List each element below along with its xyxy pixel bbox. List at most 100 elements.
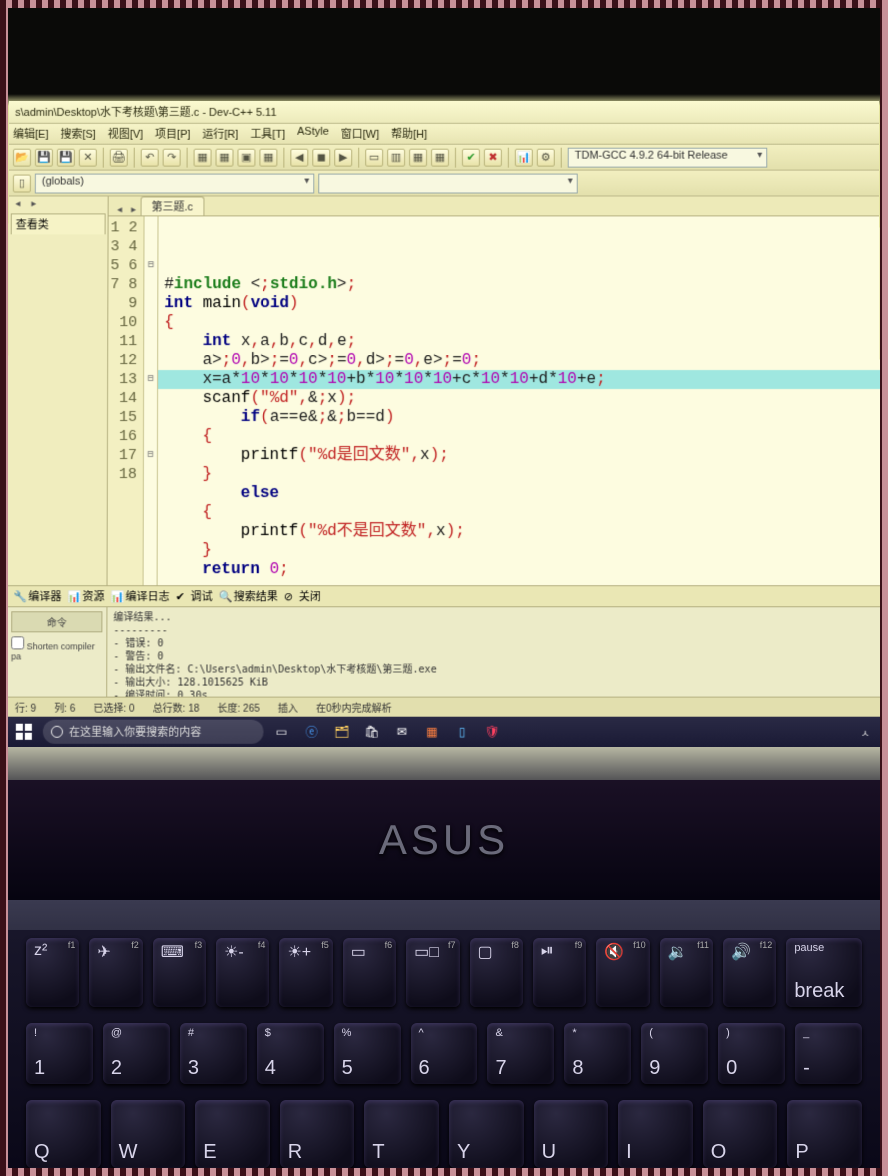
- code-area[interactable]: #include <;stdio.h>; int main(void) { in…: [158, 216, 881, 585]
- tab-compiler[interactable]: 🔧编译器: [13, 588, 61, 604]
- menu-help[interactable]: 帮助[H]: [391, 126, 427, 142]
- tab-compile-log-label: 编译日志: [125, 588, 169, 604]
- tab-compile-log[interactable]: 📊编译日志: [110, 588, 169, 604]
- new-win-icon[interactable]: ▭: [365, 148, 383, 166]
- rebuild-icon[interactable]: ▦: [259, 148, 277, 166]
- close-icon[interactable]: ✕: [79, 148, 97, 166]
- menu-tools[interactable]: 工具[T]: [250, 126, 285, 142]
- tab-search-results[interactable]: 🔍搜索结果: [219, 588, 278, 604]
- taskview-icon[interactable]: ▭: [270, 720, 294, 744]
- taskbar-search[interactable]: 在这里输入你要搜索的内容: [43, 720, 264, 744]
- toolbar-sep: [187, 147, 188, 167]
- menu-edit[interactable]: 编辑[E]: [13, 126, 48, 142]
- toolbar-sep: [283, 147, 284, 167]
- workspace: ◂ ▸ 查看类 ◂ ▸ 第三题.c 1 2 3 4 5 6 7 8 9 10 1…: [7, 196, 880, 585]
- tab-close[interactable]: ⊘关闭: [284, 588, 321, 604]
- gear-icon[interactable]: ⚙: [537, 148, 555, 166]
- status-sel: 已选择: 0: [93, 700, 134, 715]
- title-bar: s\admin\Desktop\水下考核题\第三题.c - Dev-C++ 5.…: [9, 101, 879, 124]
- co-outsize: - 输出大小: 128.1015625 KiB: [113, 678, 268, 689]
- tab-resources[interactable]: 📊资源: [67, 588, 104, 604]
- key: _-: [795, 1023, 862, 1084]
- compiler-select-value: TDM-GCC 4.9.2 64-bit Release: [575, 149, 728, 161]
- compile-panel: 命令 Shorten compiler pa 编译结果... ---------…: [7, 606, 881, 696]
- print-icon[interactable]: 🖨: [110, 148, 128, 166]
- fold-column: ⊟⊟⊟: [144, 216, 159, 585]
- key: f3⌨: [153, 938, 206, 1007]
- status-col: 列: 6: [54, 700, 75, 715]
- tab-debug[interactable]: ✔调试: [176, 588, 213, 604]
- debug-icon[interactable]: ◀: [290, 148, 308, 166]
- key: f6▭: [343, 938, 396, 1007]
- scope-select-value: (globals): [42, 175, 84, 187]
- key: Q: [26, 1100, 101, 1168]
- grid-icon[interactable]: ▦: [431, 148, 449, 166]
- compile-output[interactable]: 编译结果... --------- - 错误: 0 - 警告: 0 - 输出文件…: [107, 607, 881, 696]
- close-tab-icon: ⊘: [284, 590, 296, 602]
- stop-icon[interactable]: ◼: [312, 148, 330, 166]
- tray-icon[interactable]: ㅅ: [853, 720, 877, 744]
- toolbar-sep: [561, 147, 562, 167]
- compiler-select[interactable]: TDM-GCC 4.9.2 64-bit Release: [568, 147, 768, 167]
- window-title: s\admin\Desktop\水下考核题\第三题.c - Dev-C++ 5.…: [15, 107, 276, 119]
- toolbar-2: ▯ (globals): [9, 171, 879, 197]
- menu-search[interactable]: 搜索[S]: [60, 126, 95, 142]
- key: f8▢: [470, 938, 523, 1007]
- tab-prev-icon[interactable]: ◂: [11, 198, 25, 209]
- bookmark-icon[interactable]: ▯: [13, 174, 31, 192]
- menu-project[interactable]: 项目[P]: [155, 126, 190, 142]
- toolbar-sep: [103, 147, 104, 167]
- cmd-button-label: 命令: [47, 618, 67, 629]
- x-icon[interactable]: ✖: [484, 148, 502, 166]
- output-tabs: 🔧编译器 📊资源 📊编译日志 ✔调试 🔍搜索结果 ⊘关闭: [7, 585, 880, 606]
- save-all-icon[interactable]: 💾: [57, 148, 75, 166]
- open-icon[interactable]: 📂: [13, 148, 31, 166]
- line-gutter: 1 2 3 4 5 6 7 8 9 10 11 12 13 14 15 16 1…: [108, 216, 145, 585]
- save-icon[interactable]: 💾: [35, 148, 53, 166]
- scope-select[interactable]: (globals): [35, 173, 314, 193]
- check-icon[interactable]: ✔: [462, 148, 480, 166]
- menu-window[interactable]: 窗口[W]: [341, 126, 379, 142]
- file-tab-next-icon[interactable]: ▸: [127, 204, 141, 215]
- run-icon[interactable]: ▦: [216, 148, 234, 166]
- menu-view[interactable]: 视图[V]: [108, 126, 143, 142]
- redo-icon[interactable]: ↷: [163, 148, 181, 166]
- app2-icon[interactable]: ▯: [450, 720, 474, 744]
- cmd-button[interactable]: 命令: [11, 611, 102, 632]
- app-icon[interactable]: ▦: [420, 720, 444, 744]
- cascade-icon[interactable]: ▦: [409, 148, 427, 166]
- tab-debug-label: 调试: [191, 588, 213, 604]
- chart-icon[interactable]: 📊: [515, 148, 533, 166]
- toolbar-sep: [134, 147, 135, 167]
- mcafee-icon[interactable]: 🛡: [480, 720, 504, 744]
- edge-icon[interactable]: ⓔ: [300, 720, 324, 744]
- menu-astyle[interactable]: AStyle: [297, 126, 329, 142]
- code-editor[interactable]: 1 2 3 4 5 6 7 8 9 10 11 12 13 14 15 16 1…: [108, 216, 881, 585]
- shorten-checkbox-input[interactable]: [11, 636, 24, 649]
- devcpp-window: s\admin\Desktop\水下考核题\第三题.c - Dev-C++ 5.…: [7, 101, 881, 747]
- file-tab-prev-icon[interactable]: ◂: [113, 204, 127, 215]
- tile-icon[interactable]: ▥: [387, 148, 405, 166]
- start-button[interactable]: [11, 719, 37, 745]
- member-select[interactable]: [318, 173, 577, 193]
- status-line: 行: 9: [15, 700, 36, 715]
- key: O: [703, 1100, 778, 1168]
- key: $4: [257, 1023, 324, 1084]
- step-icon[interactable]: ▶: [334, 148, 352, 166]
- explorer-icon[interactable]: 🗂: [330, 720, 354, 744]
- key: f7▭□: [406, 938, 459, 1007]
- compile-run-icon[interactable]: ▣: [237, 148, 255, 166]
- undo-icon[interactable]: ↶: [141, 148, 159, 166]
- co-warnings: - 警告: 0: [113, 651, 163, 662]
- mail-icon[interactable]: ✉: [390, 720, 414, 744]
- menu-run[interactable]: 运行[R]: [202, 126, 238, 142]
- shorten-checkbox[interactable]: Shorten compiler pa: [11, 636, 102, 661]
- class-view-tab[interactable]: 查看类: [11, 213, 106, 234]
- tab-next-icon[interactable]: ▸: [27, 198, 41, 209]
- debug-tab-icon: ✔: [176, 590, 188, 602]
- shorten-label: Shorten compiler pa: [11, 641, 95, 661]
- store-icon[interactable]: 🛍: [360, 720, 384, 744]
- toolbar-sep: [508, 147, 509, 167]
- compile-icon[interactable]: ▦: [194, 148, 212, 166]
- file-tab[interactable]: 第三题.c: [141, 196, 204, 215]
